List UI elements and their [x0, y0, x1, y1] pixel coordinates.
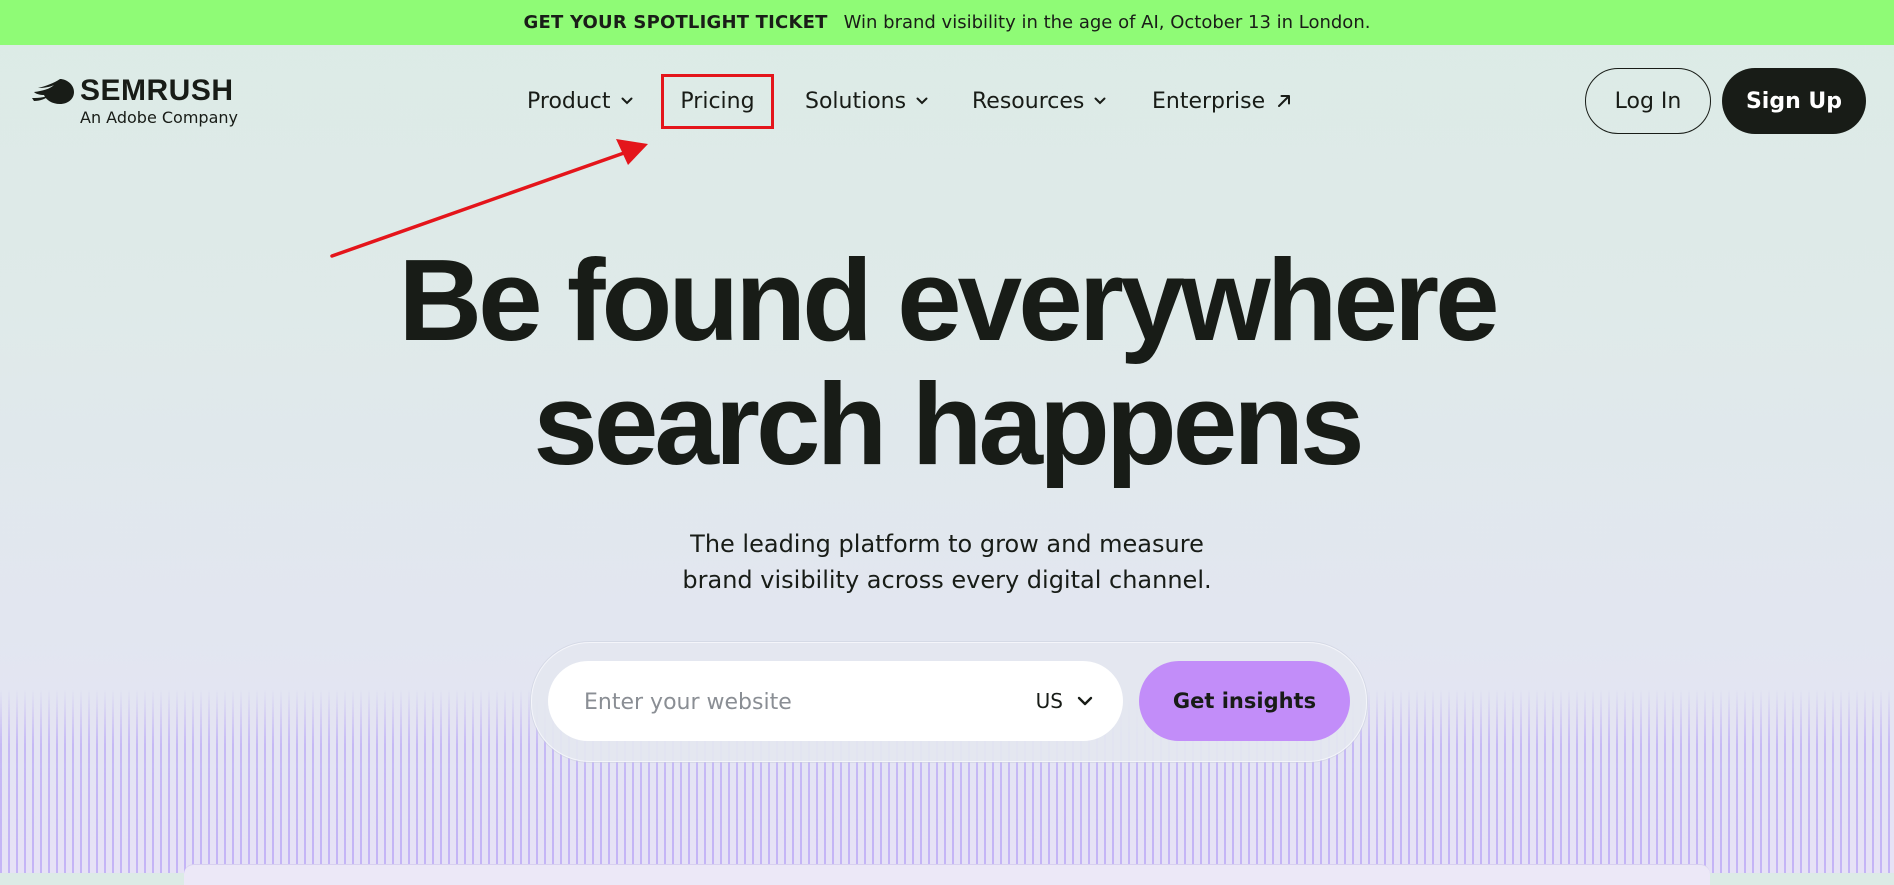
nav-pricing-label: Pricing	[680, 89, 755, 114]
semrush-logo[interactable]: SEMRUSH An Adobe Company	[32, 74, 242, 130]
chevron-down-icon	[1094, 97, 1106, 105]
signup-button[interactable]: Sign Up	[1722, 68, 1866, 134]
nav-item-resources[interactable]: Resources	[972, 76, 1106, 126]
semrush-flame-icon	[32, 79, 74, 104]
nav-solutions-label: Solutions	[805, 88, 907, 114]
nav-item-enterprise[interactable]: Enterprise	[1152, 76, 1291, 126]
chevron-down-icon	[621, 97, 633, 105]
hero-subtitle-line-1: The leading platform to grow and measure	[690, 530, 1204, 558]
nav-product-label: Product	[527, 88, 611, 114]
country-select-value: US	[1035, 689, 1063, 713]
website-input[interactable]	[582, 661, 986, 743]
arrow-up-right-icon	[1277, 94, 1291, 108]
content-card-edge	[184, 864, 1710, 885]
nav-item-product[interactable]: Product	[527, 76, 633, 126]
get-insights-button[interactable]: Get insights	[1139, 661, 1350, 741]
nav-resources-label: Resources	[972, 88, 1085, 114]
promo-text: Win brand visibility in the age of AI, O…	[843, 12, 1371, 33]
hero-subtitle-line-2: brand visibility across every digital ch…	[682, 566, 1212, 594]
promo-headline: GET YOUR SPOTLIGHT TICKET	[523, 12, 828, 33]
brand-name: SEMRUSH	[80, 74, 234, 107]
nav-item-pricing[interactable]: Pricing	[661, 74, 774, 129]
login-button[interactable]: Log In	[1585, 68, 1711, 134]
chevron-down-icon	[916, 97, 928, 105]
brand-tagline: An Adobe Company	[80, 108, 238, 127]
hero-title: Be found everywhere search happens	[0, 238, 1894, 486]
nav-enterprise-label: Enterprise	[1152, 88, 1266, 114]
nav-item-solutions[interactable]: Solutions	[805, 76, 928, 126]
country-select[interactable]: US	[1036, 661, 1093, 741]
website-search-form: US Get insights	[531, 642, 1367, 762]
hero-subtitle: The leading platform to grow and measure…	[0, 526, 1894, 598]
search-field-wrapper: US	[548, 661, 1123, 743]
auth-actions: Log In Sign Up	[1585, 68, 1866, 134]
chevron-down-icon	[1077, 696, 1093, 706]
hero-title-line-1: Be found everywhere	[398, 235, 1499, 365]
promo-banner[interactable]: GET YOUR SPOTLIGHT TICKET Win brand visi…	[0, 0, 1894, 45]
hero-title-line-2: search happens	[533, 359, 1364, 489]
